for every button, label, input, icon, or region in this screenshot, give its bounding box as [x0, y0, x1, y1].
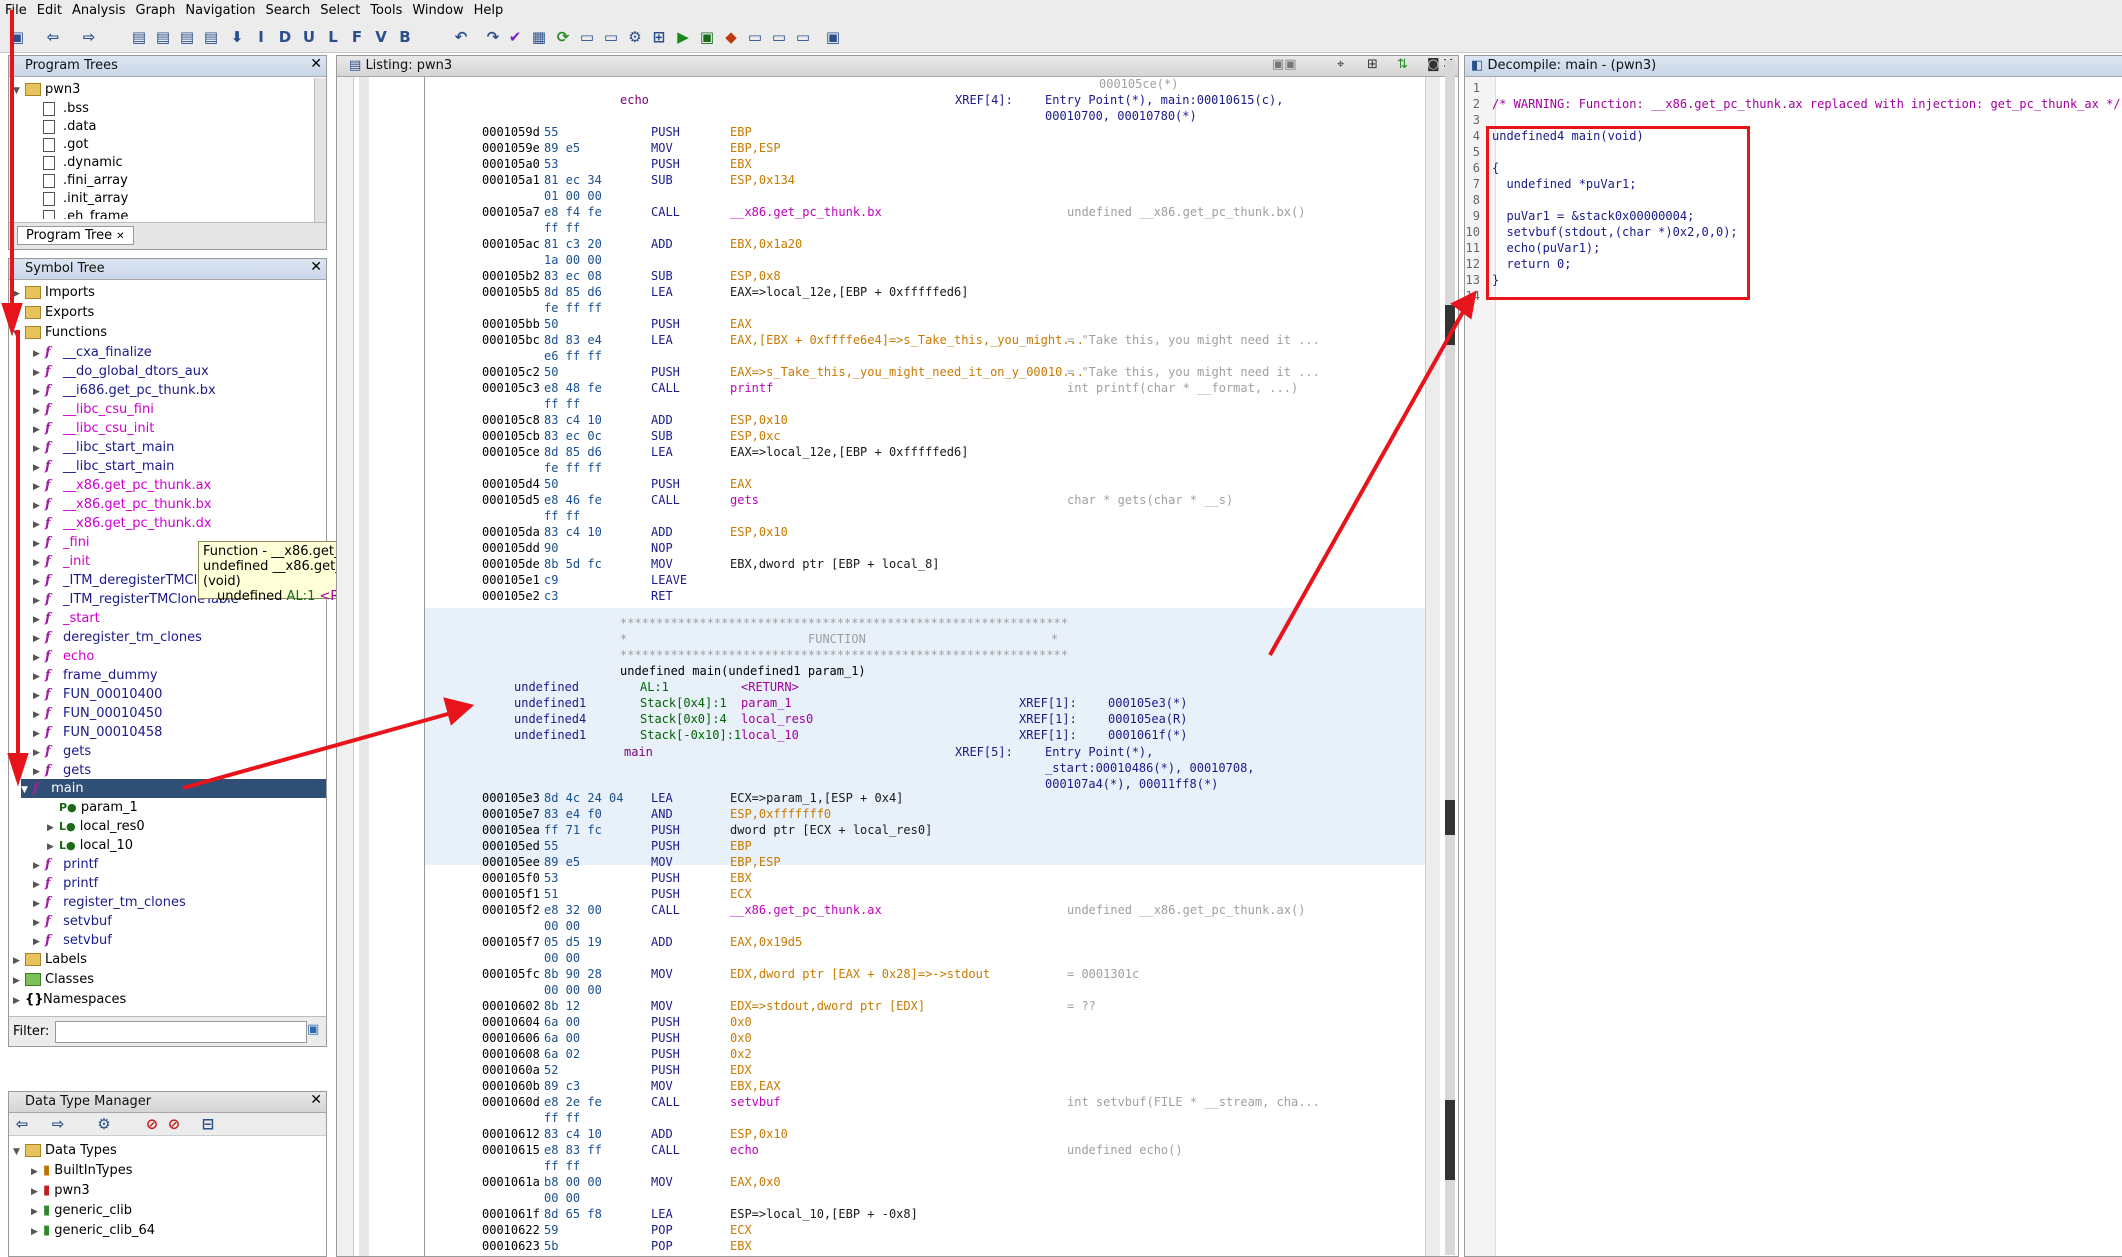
annotation-arrowhead [7, 753, 29, 787]
annotation-arrowhead [1, 303, 23, 337]
annotation-arrowhead [1450, 290, 1477, 320]
annotation-arrow [1268, 309, 1466, 656]
annotation-arrowhead [443, 697, 475, 726]
annotation-overlay [1, 10, 1477, 790]
annotation-arrow [182, 710, 456, 790]
